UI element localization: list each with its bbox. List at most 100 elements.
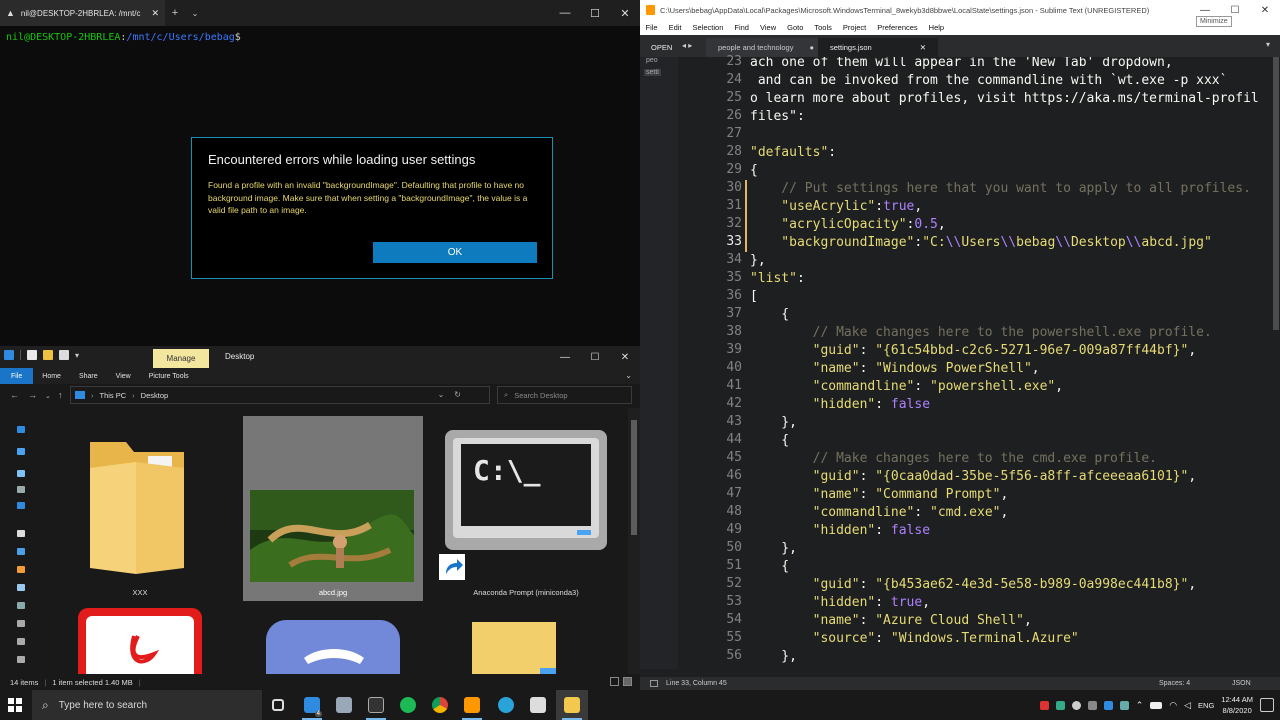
details-view-icon[interactable] xyxy=(610,677,619,686)
expand-ribbon-icon[interactable]: ⌄ xyxy=(625,371,632,380)
wifi-icon[interactable]: ◠ xyxy=(1169,700,1177,711)
code-line[interactable]: { xyxy=(750,558,789,576)
indentation-setting[interactable]: Spaces: 4 xyxy=(1159,680,1190,687)
code-line[interactable]: "useAcrylic":true, xyxy=(750,198,922,216)
ok-button[interactable]: OK xyxy=(373,242,537,263)
chevron-up-icon[interactable]: ⌃ xyxy=(1136,700,1144,711)
minimize-button[interactable]: — xyxy=(550,346,580,368)
menu-preferences[interactable]: Preferences xyxy=(872,23,923,32)
drive-icon[interactable] xyxy=(17,486,25,493)
terminal-tab[interactable]: ▲ nil@DESKTOP-2HBRLEA: /mnt/c ✕ xyxy=(0,0,165,26)
breadcrumb-desktop[interactable]: Desktop xyxy=(141,391,169,400)
sidebar-file[interactable]: peo xyxy=(646,57,658,64)
qa-dropdown-icon[interactable]: ▾ xyxy=(75,351,79,360)
rename-icon[interactable] xyxy=(59,350,69,360)
code-line[interactable]: "backgroundImage":"C:\\Users\\bebag\\Des… xyxy=(750,234,1212,252)
taskbar-app-spotify[interactable] xyxy=(392,690,424,720)
taskbar-app-explorer[interactable] xyxy=(556,690,588,720)
code-line[interactable]: { xyxy=(750,306,789,324)
code-line[interactable]: { xyxy=(750,162,758,180)
file-item[interactable]: XXX xyxy=(50,416,230,601)
menu-goto[interactable]: Goto xyxy=(782,23,809,32)
clock[interactable]: 12:44 AM 8/8/2020 xyxy=(1221,694,1253,716)
code-line[interactable]: // Make changes here to the cmd.exe prof… xyxy=(750,450,1157,468)
code-line[interactable]: // Make changes here to the powershell.e… xyxy=(750,324,1212,342)
scrollbar-thumb[interactable] xyxy=(1273,57,1279,330)
close-button[interactable]: ✕ xyxy=(610,0,640,26)
code-line[interactable]: "hidden": true, xyxy=(750,594,930,612)
videos-nav-icon[interactable] xyxy=(17,602,25,609)
close-tab-icon[interactable]: ✕ xyxy=(920,43,926,52)
code-line[interactable]: "commandline": "powershell.exe", xyxy=(750,378,1063,396)
code-line[interactable]: }, xyxy=(750,414,797,432)
code-line[interactable]: "defaults": xyxy=(750,144,836,162)
modified-dot-icon[interactable]: ● xyxy=(809,43,814,52)
code-line[interactable]: }, xyxy=(750,252,766,270)
code-line[interactable]: "name": "Azure Cloud Shell", xyxy=(750,612,1032,630)
refresh-icon[interactable]: ↻ xyxy=(454,390,461,399)
sidebar-file-active[interactable]: setti xyxy=(644,69,661,76)
tray-app-icon[interactable] xyxy=(1103,700,1113,710)
taskbar-app-terminal[interactable] xyxy=(360,690,392,720)
address-bar[interactable]: › This PC › Desktop ⌄ ↻ xyxy=(70,386,490,404)
menu-tools[interactable]: Tools xyxy=(809,23,838,32)
menu-edit[interactable]: Edit xyxy=(663,23,687,32)
terminal-prompt[interactable]: nil@DESKTOP-2HBRLEA:/mnt/c/Users/bebag$ xyxy=(6,32,241,43)
address-dropdown-icon[interactable]: ⌄ xyxy=(438,390,445,399)
code-line[interactable]: "guid": "{b453ae62-4e3d-5e58-b989-0a998e… xyxy=(750,576,1197,594)
menu-selection[interactable]: Selection xyxy=(687,23,729,32)
scrollbar-thumb[interactable] xyxy=(631,420,637,535)
tray-app-icon[interactable] xyxy=(1039,700,1049,710)
taskbar-app-sublime[interactable] xyxy=(456,690,488,720)
code-line[interactable]: "name": "Command Prompt", xyxy=(750,486,1009,504)
code-line[interactable]: and can be invoked from the commandline … xyxy=(750,72,1228,90)
tray-shield-icon[interactable] xyxy=(1055,700,1065,710)
notification-icon[interactable] xyxy=(1260,698,1274,712)
minimize-button[interactable]: — xyxy=(550,0,580,26)
editor-scrollbar[interactable] xyxy=(1272,57,1280,669)
code-line[interactable]: files": xyxy=(750,108,805,126)
code-line[interactable]: // Put settings here that you want to ap… xyxy=(750,180,1251,198)
code-line[interactable]: "guid": "{61c54bbd-c2c6-5271-96e7-009a87… xyxy=(750,342,1197,360)
search-input[interactable]: ⌕ Search Desktop xyxy=(497,386,632,404)
music-nav-icon[interactable] xyxy=(17,566,25,573)
downloads-nav-icon[interactable] xyxy=(17,548,25,555)
taskbar-app-chrome[interactable] xyxy=(424,690,456,720)
close-tab-icon[interactable]: ✕ xyxy=(151,8,159,19)
tab-scroll-arrows-icon[interactable]: ◂ ▸ xyxy=(682,41,692,50)
ribbon-tab-view[interactable]: View xyxy=(107,368,140,384)
ribbon-tab-picture-tools[interactable]: Picture Tools xyxy=(140,368,198,384)
bluetooth-icon[interactable] xyxy=(1119,700,1129,710)
task-view-button[interactable] xyxy=(262,690,294,720)
new-tab-button[interactable]: + xyxy=(165,7,185,19)
start-button[interactable] xyxy=(0,690,30,720)
up-icon[interactable]: ↑ xyxy=(58,390,63,400)
maximize-button[interactable]: ☐ xyxy=(580,346,610,368)
properties-icon[interactable] xyxy=(27,350,37,360)
dropdown-icon[interactable]: ⌄ xyxy=(185,9,205,18)
language-indicator[interactable]: ENG xyxy=(1198,701,1214,710)
back-icon[interactable]: ← xyxy=(10,390,19,400)
code-line[interactable]: }, xyxy=(750,648,797,666)
code-line[interactable]: "hidden": false xyxy=(750,396,930,414)
close-button[interactable]: ✕ xyxy=(1250,0,1280,20)
file-item-selected[interactable]: abcd.jpg xyxy=(243,416,423,601)
desktop-nav-icon[interactable] xyxy=(17,502,25,509)
code-line[interactable]: "guid": "{0caa0dad-35be-5f56-a8ff-afceee… xyxy=(750,468,1197,486)
menu-project[interactable]: Project xyxy=(837,23,871,32)
taskbar-app-telegram[interactable] xyxy=(490,690,522,720)
code-line[interactable]: "list": xyxy=(750,270,805,288)
code-line[interactable]: [ xyxy=(750,288,758,306)
volume-icon[interactable]: ◁ xyxy=(1184,700,1191,711)
ribbon-tab-home[interactable]: Home xyxy=(33,368,70,384)
menu-file[interactable]: File xyxy=(640,23,663,32)
local-disk-nav-icon[interactable] xyxy=(17,620,25,627)
code-line[interactable]: { xyxy=(750,432,789,450)
quick-access-star-icon[interactable] xyxy=(17,426,25,433)
taskbar-app-store[interactable] xyxy=(522,690,554,720)
pictures-nav-icon[interactable] xyxy=(17,584,25,591)
network-nav-icon[interactable] xyxy=(17,656,25,663)
file-item[interactable]: C:\_ Anaconda Prompt (miniconda3) xyxy=(436,416,616,601)
ribbon-tab-share[interactable]: Share xyxy=(70,368,107,384)
taskbar-app-calculator[interactable] xyxy=(328,690,360,720)
